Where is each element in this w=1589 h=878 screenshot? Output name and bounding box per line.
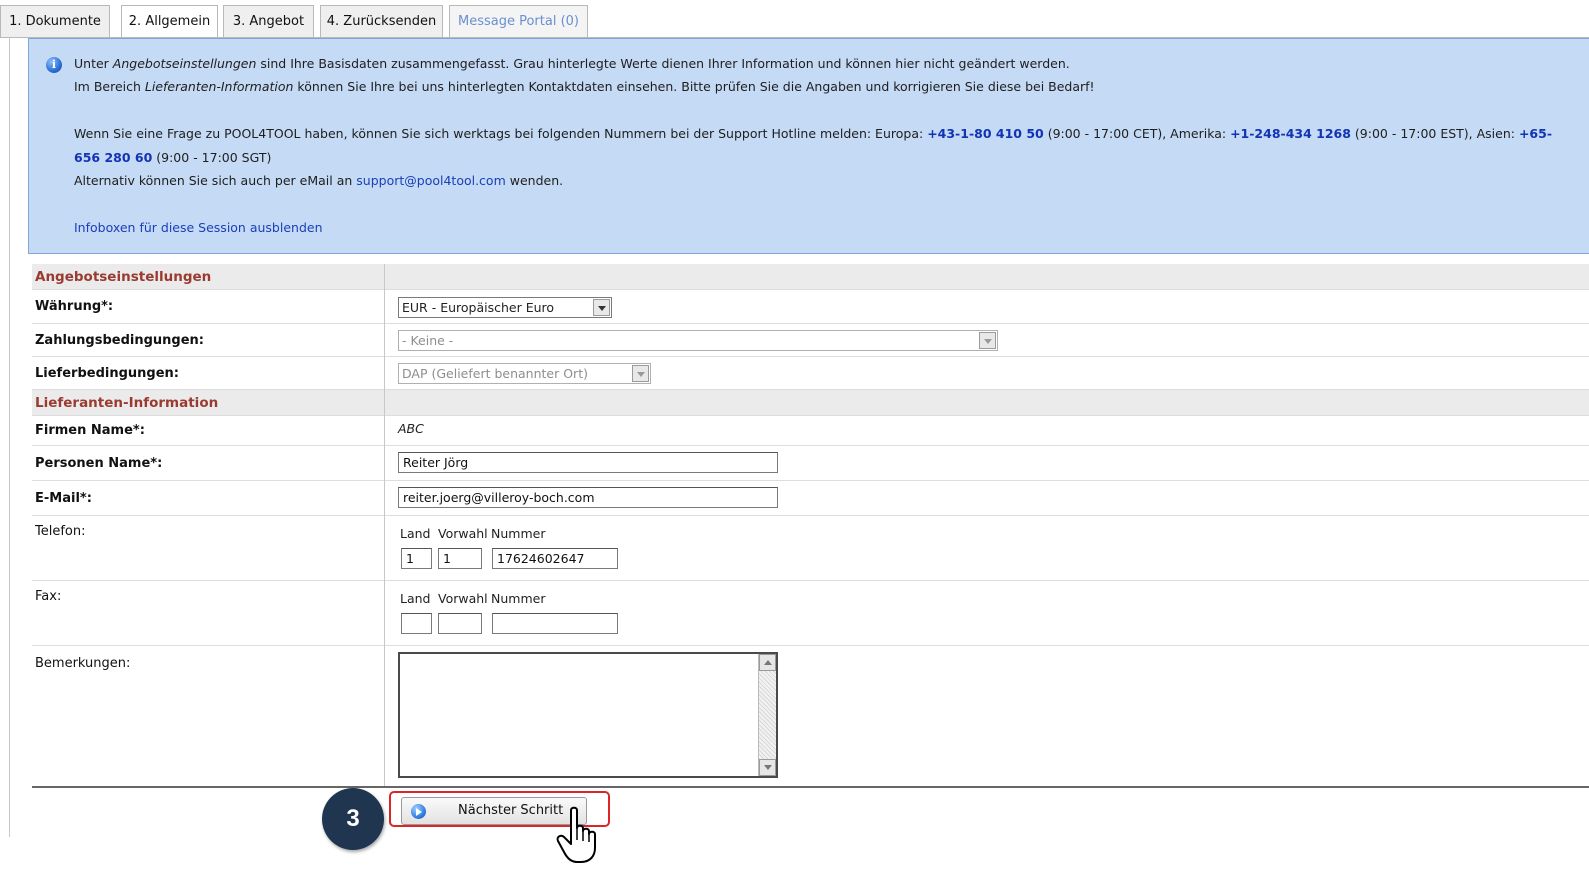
row-remarks: Bemerkungen:: [32, 646, 1589, 786]
row-phone: Telefon:: [32, 516, 1589, 581]
hand-pointer-icon: [556, 806, 596, 863]
section-offer-settings: Angebotseinstellungen: [32, 264, 1589, 290]
phone-asia-2: 656 280 60: [74, 150, 153, 165]
tab-allgemein[interactable]: 2. Allgemein: [121, 5, 218, 38]
support-email-link[interactable]: support@pool4tool.com: [356, 173, 506, 188]
row-currency: Währung*:: [32, 290, 1589, 324]
delivery-terms-select[interactable]: DAP (Geliefert benannter Ort): [398, 363, 651, 384]
fax-label: Fax:: [35, 589, 62, 604]
section-offer-title: Angebotseinstellungen: [35, 268, 212, 285]
info-line-1: Unter Angebotseinstellungen sind Ihre Ba…: [74, 56, 1070, 71]
person-name-field[interactable]: [398, 452, 778, 473]
phone-country-field[interactable]: [401, 548, 432, 569]
frame-border: [9, 37, 10, 837]
next-step-label: Nächster Schritt: [458, 803, 564, 818]
chevron-down-icon: [632, 365, 649, 382]
row-email: E-Mail*:: [32, 481, 1589, 516]
info-line-5: Alternativ können Sie sich auch per eMai…: [74, 173, 564, 188]
phone-europe: +43-1-80 410 50: [927, 126, 1044, 141]
phone-land-label: Land: [400, 526, 431, 541]
row-company: Firmen Name*:: [32, 416, 1589, 446]
delivery-label: Lieferbedingungen:: [35, 365, 179, 381]
hide-infobox-link[interactable]: Infoboxen für diese Session ausblenden: [74, 220, 323, 235]
phone-area-field[interactable]: [438, 548, 482, 569]
phone-label: Telefon:: [35, 524, 86, 539]
email-field[interactable]: [398, 487, 778, 508]
remarks-scrollbar[interactable]: [758, 654, 776, 776]
scroll-down-icon[interactable]: [759, 759, 776, 776]
info-line-2: Im Bereich Lieferanten-Information könne…: [74, 79, 1095, 94]
payment-label: Zahlungsbedingungen:: [35, 332, 204, 348]
arrow-circle-icon: [411, 804, 426, 819]
fax-nummer-label: Nummer: [491, 591, 546, 606]
person-label: Personen Name*:: [35, 455, 163, 471]
currency-select[interactable]: EUR - Europäischer Euro: [398, 297, 612, 318]
tab-message-portal[interactable]: Message Portal (0): [449, 5, 588, 37]
row-person: Personen Name*:: [32, 446, 1589, 481]
email-label: E-Mail*:: [35, 490, 92, 506]
phone-number-field[interactable]: [492, 548, 618, 569]
row-delivery: Lieferbedingungen:: [32, 357, 1589, 390]
chevron-down-icon: [979, 332, 996, 349]
tab-zuruecksenden[interactable]: 4. Zurücksenden: [320, 5, 443, 37]
info-icon: i: [46, 57, 62, 73]
fax-vorwahl-label: Vorwahl: [438, 591, 488, 606]
phone-vorwahl-label: Vorwahl: [438, 526, 488, 541]
info-line-3: Wenn Sie eine Frage zu POOL4TOOL haben, …: [74, 126, 1553, 141]
fax-number-field[interactable]: [492, 613, 618, 634]
tab-dokumente[interactable]: 1. Dokumente: [0, 5, 110, 37]
tab-angebot[interactable]: 3. Angebot: [223, 5, 314, 37]
remarks-label: Bemerkungen:: [35, 656, 131, 671]
fax-land-label: Land: [400, 591, 431, 606]
chevron-down-icon: [593, 299, 610, 316]
company-name-value: ABC: [398, 421, 424, 436]
remarks-textarea[interactable]: [398, 652, 778, 778]
step-number-badge: 3: [322, 788, 384, 850]
column-divider: [384, 264, 385, 788]
fax-country-field[interactable]: [401, 613, 432, 634]
phone-america: +1-248-434 1268: [1230, 126, 1351, 141]
row-fax: Fax:: [32, 581, 1589, 646]
section-supplier-title: Lieferanten-Information: [35, 394, 219, 411]
footer-divider: [32, 786, 1589, 788]
company-label: Firmen Name*:: [35, 423, 145, 438]
payment-terms-select[interactable]: - Keine -: [398, 330, 998, 351]
scroll-up-icon[interactable]: [759, 654, 776, 671]
info-box: i Unter Angebotseinstellungen sind Ihre …: [28, 38, 1589, 254]
currency-label: Währung*:: [35, 299, 114, 314]
fax-area-field[interactable]: [438, 613, 482, 634]
phone-asia-1: +65-: [1518, 126, 1553, 141]
info-line-4: 656 280 60 (9:00 - 17:00 SGT): [74, 150, 272, 165]
section-supplier-info: Lieferanten-Information: [32, 390, 1589, 416]
phone-nummer-label: Nummer: [491, 526, 546, 541]
